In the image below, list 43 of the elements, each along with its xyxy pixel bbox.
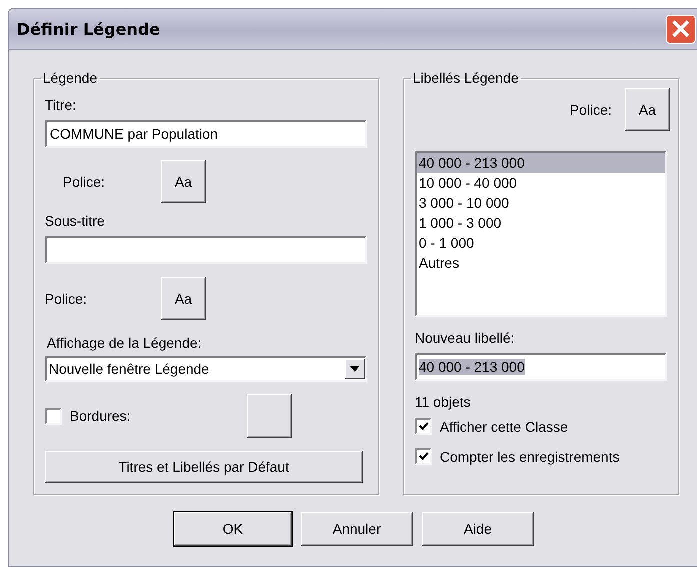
dialog-button[interactable]: OK [174,512,292,546]
dropdown-value: Nouvelle fenêtre Légende [49,361,210,377]
field-label: Sous-titre [45,213,106,229]
font-button[interactable]: Aa [161,160,206,203]
display-dropdown[interactable]: Nouvelle fenêtre Légende [45,356,367,382]
checkbox-label: Bordures: [70,408,131,424]
checkbox[interactable] [45,408,62,424]
list-item[interactable]: 40 000 - 213 000 [417,153,665,173]
object-count: 11 objets [415,394,472,410]
list-item[interactable]: 0 - 1 000 [417,233,665,253]
field-label: Police: [570,102,612,118]
field-label: Titre: [45,97,78,113]
font-button[interactable]: Aa [625,88,670,131]
title-field[interactable]: COMMUNE par Population [45,120,367,148]
close-button[interactable] [666,14,696,44]
new-label-field[interactable]: 40 000 - 213 000 [415,353,667,381]
field-label: Police: [63,174,106,190]
checkbox-label: Compter les enregistrements [440,448,620,464]
window-title: Définir Légende [17,20,160,38]
border-style-button[interactable] [246,394,292,438]
dialog-button[interactable]: Annuler [301,512,413,546]
check-icon [418,452,428,461]
list-item[interactable]: Autres [417,253,665,273]
default-titles-button[interactable]: Titres et Libellés par Défaut [45,451,363,483]
checkbox[interactable] [415,418,432,435]
group-title: Libellés Légende [412,70,520,86]
check-icon [418,422,428,431]
list-item[interactable]: 1 000 - 3 000 [417,213,665,233]
font-button[interactable]: Aa [161,277,206,320]
caret-icon [350,366,360,372]
list-item[interactable]: 3 000 - 10 000 [417,193,665,213]
field-label: Police: [45,290,88,306]
close-icon [672,20,690,38]
dropdown-button[interactable] [345,359,365,379]
list-item[interactable]: 10 000 - 40 000 [417,173,665,193]
subtitle-field[interactable] [45,236,367,264]
checkbox-label: Afficher cette Classe [440,418,568,434]
field-label: Nouveau libellé: [415,330,516,346]
checkbox[interactable] [415,448,432,465]
selected-text: 40 000 - 213 000 [419,359,525,375]
dialog-button[interactable]: Aide [422,512,534,546]
field-label: Affichage de la Légende: [46,335,203,351]
group-title: Légende [42,70,99,86]
